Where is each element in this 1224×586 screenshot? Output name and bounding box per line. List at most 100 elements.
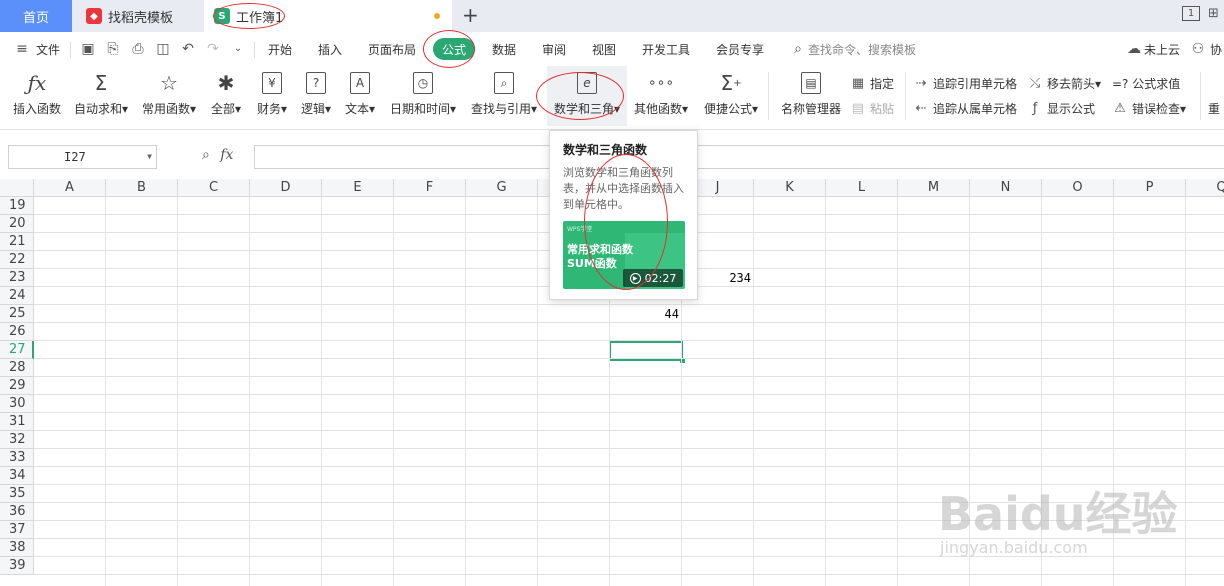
row-header-23[interactable]: 23 (0, 269, 34, 287)
customize-chevron-icon[interactable]: ⌄ (230, 41, 246, 57)
column-header-c[interactable]: C (178, 179, 250, 197)
text-label: 文本▾ (344, 102, 376, 116)
column-header-o[interactable]: O (1042, 179, 1114, 197)
column-header-m[interactable]: M (898, 179, 970, 197)
save-icon[interactable]: ▣ (80, 41, 96, 57)
row-header-35[interactable]: 35 (0, 485, 34, 503)
chevron-down-icon[interactable]: ▼ (147, 146, 152, 168)
paste-name-button[interactable]: ▤ 粘贴 (850, 100, 894, 117)
command-search-input[interactable]: 查找命令、搜索模板 (808, 41, 916, 58)
name-manager-label: 名称管理器 (780, 102, 841, 116)
recalc-button[interactable]: 重 (1208, 100, 1220, 117)
menu-member[interactable]: 会员专享 (716, 41, 764, 58)
hamburger-icon[interactable]: ≡ (14, 41, 30, 57)
quick-formula-button[interactable]: Σ + 便捷公式▾ (700, 66, 762, 126)
row-header-29[interactable]: 29 (0, 377, 34, 395)
print-preview-icon[interactable]: ◫ (155, 41, 171, 57)
row-header-38[interactable]: 38 (0, 539, 34, 557)
specify-button[interactable]: ▦ 指定 (850, 75, 894, 92)
row-header-27[interactable]: 27 (0, 341, 34, 359)
column-header-e[interactable]: E (322, 179, 394, 197)
row-header-37[interactable]: 37 (0, 521, 34, 539)
grid-row-line (34, 448, 1224, 449)
evaluate-formula-button[interactable]: =? 公式求值 (1112, 75, 1180, 92)
trace-dependents-button[interactable]: ⇠ 追踪从属单元格 (913, 100, 1017, 117)
column-header-f[interactable]: F (394, 179, 466, 197)
menu-page-layout[interactable]: 页面布局 (368, 41, 416, 58)
menu-view[interactable]: 视图 (592, 41, 616, 58)
show-formulas-button[interactable]: ƒ 显示公式 (1027, 100, 1095, 117)
redo-icon[interactable]: ↷ (205, 41, 221, 57)
new-tab-button[interactable]: + (462, 3, 479, 27)
column-header-k[interactable]: K (754, 179, 826, 197)
grid-row-line (34, 376, 1224, 377)
fx-icon[interactable]: fx (220, 147, 233, 163)
row-header-19[interactable]: 19 (0, 197, 34, 215)
row-header-33[interactable]: 33 (0, 449, 34, 467)
column-header-l[interactable]: L (826, 179, 898, 197)
row-header-32[interactable]: 32 (0, 431, 34, 449)
export-icon[interactable]: ⎘ (105, 41, 121, 57)
row-header-26[interactable]: 26 (0, 323, 34, 341)
grid-column-line (177, 197, 178, 586)
cell-i25[interactable]: 44 (611, 307, 679, 321)
row-header-21[interactable]: 21 (0, 233, 34, 251)
column-header-d[interactable]: D (250, 179, 322, 197)
menu-developer[interactable]: 开发工具 (642, 41, 690, 58)
menu-file[interactable]: 文件 (36, 41, 60, 58)
column-header-a[interactable]: A (34, 179, 106, 197)
column-header-b[interactable]: B (106, 179, 178, 197)
grid-view-icon[interactable]: ⊞ (1208, 6, 1219, 21)
row-header-30[interactable]: 30 (0, 395, 34, 413)
finance-button[interactable]: ¥ 财务▾ (252, 66, 292, 126)
collab-icon: ⚇ (1191, 41, 1205, 57)
menu-review[interactable]: 审阅 (542, 41, 566, 58)
cloud-status[interactable]: 未上云 (1144, 41, 1180, 58)
remove-arrows-button[interactable]: ⤯ 移去箭头 ▾ (1027, 75, 1101, 92)
column-header-n[interactable]: N (970, 179, 1042, 197)
row-header-20[interactable]: 20 (0, 215, 34, 233)
annotation-oval-math-button (536, 72, 624, 120)
name-manager-button[interactable]: ▤ 名称管理器 (778, 66, 844, 126)
error-check-button[interactable]: ⚠ 错误检查 ▾ (1112, 100, 1186, 117)
formula-input[interactable] (254, 145, 1224, 169)
undo-icon[interactable]: ↶ (180, 41, 196, 57)
paste-label: 粘贴 (870, 102, 895, 116)
tab-template[interactable]: ◆ 找稻壳模板 (74, 0, 202, 32)
row-header-39[interactable]: 39 (0, 557, 34, 575)
collab-label[interactable]: 协 (1210, 41, 1222, 58)
row-header-34[interactable]: 34 (0, 467, 34, 485)
all-functions-button[interactable]: ✱ 全部▾ (206, 66, 246, 126)
window-mode-icon[interactable]: 1 (1182, 6, 1200, 21)
row-header-36[interactable]: 36 (0, 503, 34, 521)
other-functions-button[interactable]: ∘∘∘ 其他函数▾ (630, 66, 692, 126)
logic-button[interactable]: ? 逻辑▾ (296, 66, 336, 126)
common-functions-button[interactable]: ☆ 常用函数▾ (138, 66, 200, 126)
zoom-icon[interactable]: ⌕ (202, 147, 210, 163)
row-header-31[interactable]: 31 (0, 413, 34, 431)
row-header-24[interactable]: 24 (0, 287, 34, 305)
menu-insert[interactable]: 插入 (318, 41, 342, 58)
insert-function-button[interactable]: ƒx 插入函数 (8, 66, 66, 126)
text-button[interactable]: A 文本▾ (340, 66, 380, 126)
grid-column-line (825, 197, 826, 586)
tab-home[interactable]: 首页 (0, 0, 72, 32)
autosum-button[interactable]: Σ 自动求和▾ (70, 66, 132, 126)
datetime-button[interactable]: ◷ 日期和时间▾ (386, 66, 460, 126)
row-header-28[interactable]: 28 (0, 359, 34, 377)
column-header-q[interactable]: Q (1186, 179, 1224, 197)
grid-row-line (34, 394, 1224, 395)
divider (70, 42, 71, 58)
menu-data[interactable]: 数据 (492, 41, 516, 58)
row-header-22[interactable]: 22 (0, 251, 34, 269)
name-box[interactable]: I27 ▼ (8, 145, 157, 169)
column-header-g[interactable]: G (466, 179, 538, 197)
lookup-button[interactable]: ⌕ 查找与引用▾ (468, 66, 540, 126)
column-header-p[interactable]: P (1114, 179, 1186, 197)
print-icon[interactable]: ⎙ (130, 41, 146, 57)
trace-precedents-button[interactable]: ⇢ 追踪引用单元格 (913, 75, 1017, 92)
select-all-corner[interactable] (0, 179, 34, 197)
menu-home[interactable]: 开始 (268, 41, 292, 58)
grid-row-line (34, 340, 1224, 341)
row-header-25[interactable]: 25 (0, 305, 34, 323)
